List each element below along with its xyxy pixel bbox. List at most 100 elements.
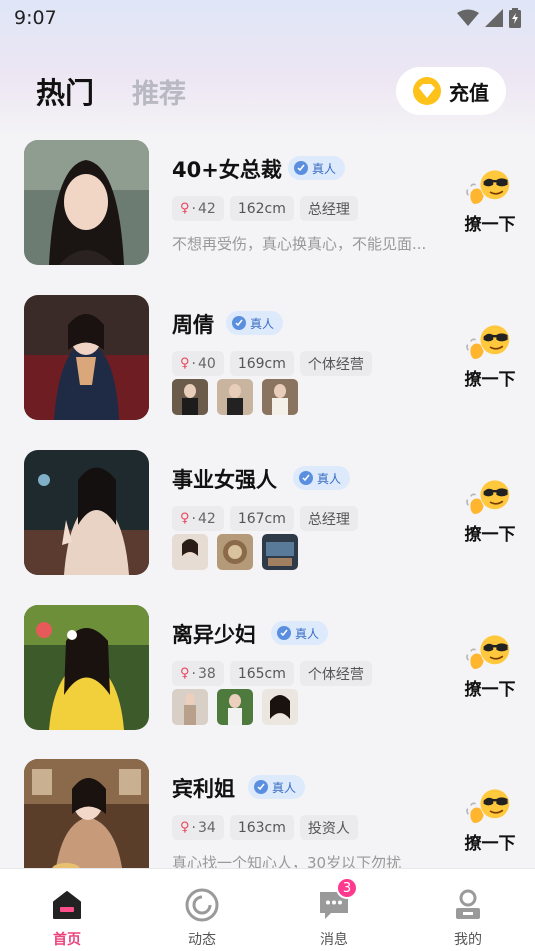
tab-hot[interactable]: 热门	[36, 70, 94, 112]
wave-button[interactable]: 撩一下	[458, 323, 522, 399]
photo-thumbnail[interactable]	[172, 534, 208, 570]
verified-badge: 真人	[271, 621, 329, 645]
user-avatar[interactable]	[24, 759, 149, 868]
user-description: 不想再受伤，真心换真心，不能见面...	[172, 235, 427, 253]
nav-profile-label: 我的	[454, 932, 482, 948]
female-icon: ♀	[180, 820, 190, 835]
age-chip: ♀ · 42	[172, 196, 224, 221]
wave-emoji-icon	[466, 323, 514, 363]
wave-emoji-icon	[466, 633, 514, 673]
wave-button[interactable]: 撩一下	[458, 633, 522, 709]
user-name: 离异少妇	[172, 623, 256, 647]
wave-label: 撩一下	[464, 834, 516, 854]
photo-thumbnail[interactable]	[262, 534, 298, 570]
female-icon: ♀	[180, 511, 190, 526]
wave-button[interactable]: 撩一下	[458, 787, 522, 863]
job-chip: 个体经营	[299, 351, 372, 376]
female-icon: ♀	[180, 356, 190, 371]
user-name: 周倩	[172, 313, 214, 337]
user-list[interactable]: 40+女总裁 真人 ♀ · 42 162cm 总经理 不想再受伤，真心换真心，不能见…	[0, 140, 535, 868]
height-chip: 163cm	[229, 815, 294, 840]
photo-thumbnail[interactable]	[217, 689, 253, 725]
wave-button[interactable]: 撩一下	[458, 168, 522, 244]
job-chip: 总经理	[299, 506, 358, 531]
verified-icon	[254, 780, 268, 794]
status-time: 9:07	[14, 7, 57, 29]
wave-label: 撩一下	[464, 215, 516, 235]
status-bar: 9:07	[0, 0, 535, 36]
moments-icon	[184, 887, 220, 923]
photo-thumbnail[interactable]	[172, 379, 208, 415]
job-chip: 总经理	[299, 196, 358, 221]
wave-label: 撩一下	[464, 525, 516, 545]
user-card[interactable]: 宾利姐 真人 ♀ · 34 163cm 投资人 真心找一个知心人，30岁以下勿扰 撩…	[0, 759, 535, 868]
height-chip: 167cm	[229, 506, 294, 531]
user-name: 40+女总裁	[172, 158, 282, 182]
photo-thumbnails	[172, 379, 298, 415]
signal-icon	[485, 9, 503, 27]
user-card[interactable]: 周倩 真人 ♀ · 40 169cm 个体经营 撩一下	[0, 295, 535, 421]
info-chips: ♀ · 40 169cm 个体经营	[172, 351, 372, 376]
status-icons	[457, 8, 521, 28]
home-icon	[49, 887, 85, 923]
age-chip: ♀ · 40	[172, 351, 224, 376]
profile-icon	[450, 887, 486, 923]
photo-thumbnails	[172, 689, 298, 725]
verified-icon	[277, 626, 291, 640]
battery-icon	[509, 8, 521, 28]
female-icon: ♀	[180, 201, 190, 216]
info-chips: ♀ · 42 162cm 总经理	[172, 196, 358, 221]
user-card[interactable]: 事业女强人 真人 ♀ · 42 167cm 总经理 撩一下	[0, 450, 535, 576]
wave-label: 撩一下	[464, 370, 516, 390]
height-chip: 165cm	[229, 661, 294, 686]
photo-thumbnail[interactable]	[172, 689, 208, 725]
photo-thumbnail[interactable]	[217, 534, 253, 570]
user-name: 宾利姐	[172, 777, 235, 801]
photo-thumbnail[interactable]	[262, 689, 298, 725]
user-avatar[interactable]	[24, 295, 149, 420]
job-chip: 个体经营	[299, 661, 372, 686]
photo-thumbnail[interactable]	[217, 379, 253, 415]
header: 热门 推荐 充值	[0, 64, 535, 118]
nav-home-label: 首页	[53, 932, 81, 948]
diamond-icon	[413, 77, 441, 105]
message-icon: 3	[316, 877, 358, 923]
nav-moments[interactable]: 动态	[162, 869, 242, 951]
info-chips: ♀ · 34 163cm 投资人	[172, 815, 358, 840]
wave-button[interactable]: 撩一下	[458, 478, 522, 554]
user-avatar[interactable]	[24, 140, 149, 265]
info-chips: ♀ · 42 167cm 总经理	[172, 506, 358, 531]
user-avatar[interactable]	[24, 450, 149, 575]
user-name: 事业女强人	[172, 468, 277, 492]
nav-home[interactable]: 首页	[27, 869, 107, 951]
recharge-label: 充值	[449, 80, 489, 105]
verified-badge: 真人	[288, 156, 346, 180]
photo-thumbnails	[172, 534, 298, 570]
wave-emoji-icon	[466, 168, 514, 208]
verified-icon	[294, 161, 308, 175]
age-chip: ♀ · 42	[172, 506, 224, 531]
nav-profile[interactable]: 我的	[428, 869, 508, 951]
job-chip: 投资人	[299, 815, 358, 840]
age-chip: ♀ · 34	[172, 815, 224, 840]
photo-thumbnail[interactable]	[262, 379, 298, 415]
verified-badge: 真人	[293, 466, 351, 490]
wifi-icon	[457, 9, 479, 26]
user-description: 真心找一个知心人，30岁以下勿扰	[172, 854, 402, 868]
recharge-button[interactable]: 充值	[396, 67, 506, 115]
nav-moments-label: 动态	[188, 932, 216, 948]
user-card[interactable]: 离异少妇 真人 ♀ · 38 165cm 个体经营 撩一下	[0, 605, 535, 731]
height-chip: 162cm	[229, 196, 294, 221]
age-chip: ♀ · 38	[172, 661, 224, 686]
bottom-nav: 首页 动态 3 消息 我的	[0, 868, 535, 951]
verified-badge: 真人	[226, 311, 284, 335]
user-card[interactable]: 40+女总裁 真人 ♀ · 42 162cm 总经理 不想再受伤，真心换真心，不能见…	[0, 140, 535, 266]
height-chip: 169cm	[229, 351, 294, 376]
tab-recommend[interactable]: 推荐	[132, 72, 186, 111]
nav-messages-label: 消息	[320, 932, 348, 948]
verified-badge: 真人	[248, 775, 306, 799]
female-icon: ♀	[180, 666, 190, 681]
nav-messages[interactable]: 3 消息	[294, 869, 374, 951]
wave-emoji-icon	[466, 787, 514, 827]
user-avatar[interactable]	[24, 605, 149, 730]
